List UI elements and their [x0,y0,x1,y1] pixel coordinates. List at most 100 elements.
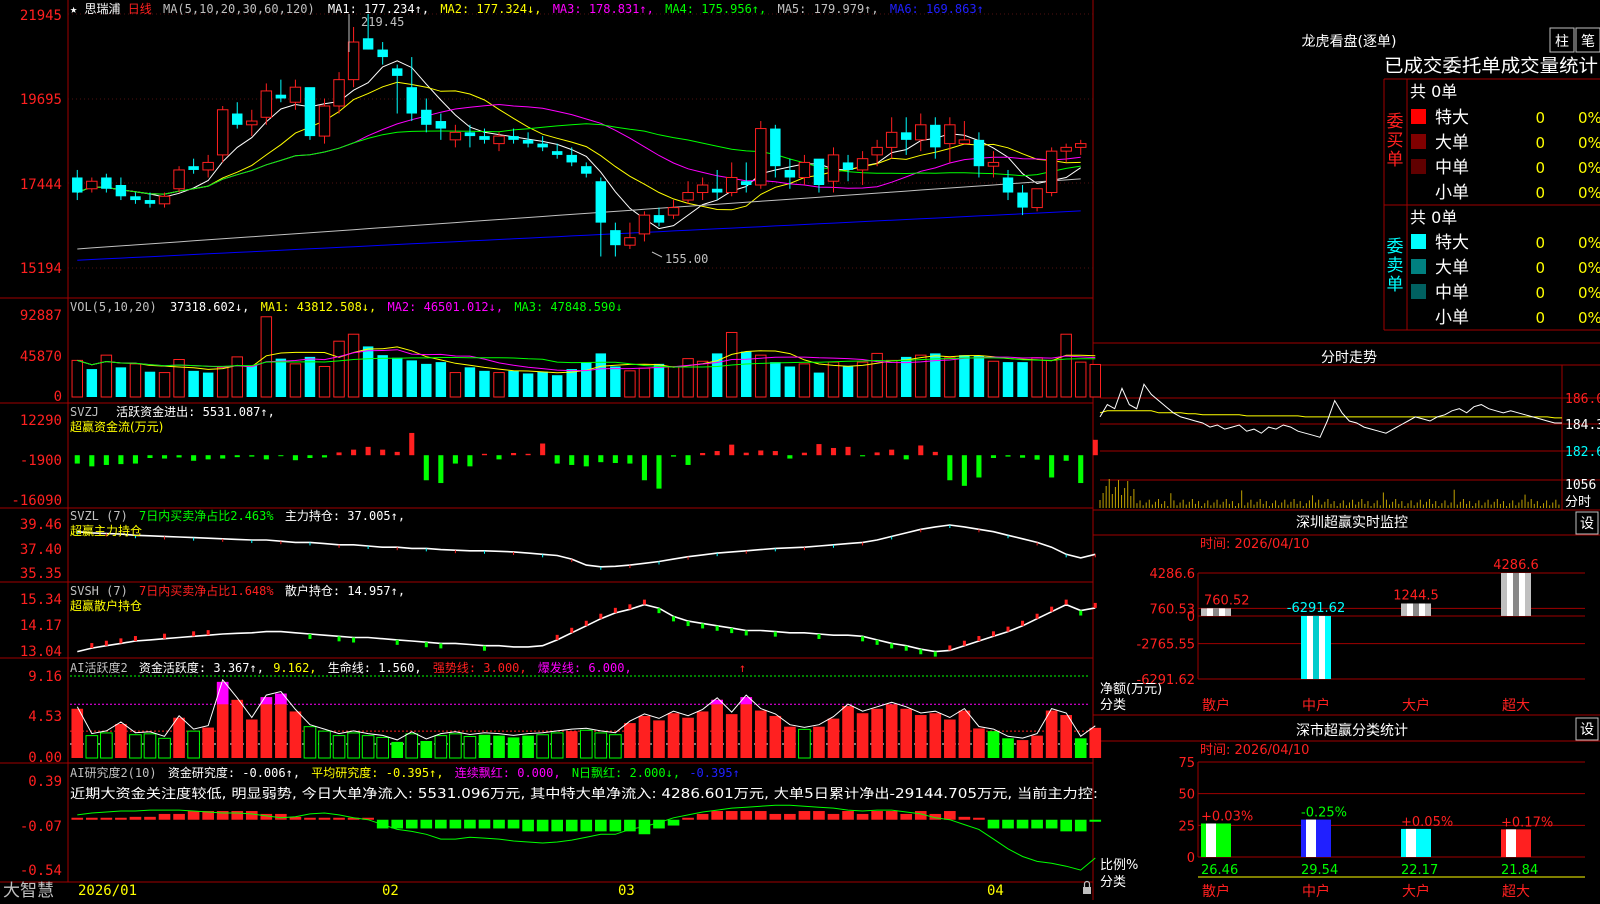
volume-bar [987,360,1000,398]
volume-bar [216,366,229,398]
monitor-settings-button[interactable]: 设 [1575,511,1599,535]
candle-body [435,121,447,129]
active-bar-burst [275,693,287,705]
retail-tick [642,599,646,605]
research-bar [696,813,709,820]
stock-terminal: 4286.6 760.53 0 -2765.55 -6291.62 760.52 散户 -62… [0,0,1600,901]
research-bar [798,811,811,820]
stock-name[interactable]: 思瑞浦 [84,2,120,16]
research-bar [536,819,549,832]
kline-chart[interactable] [72,14,1087,261]
volume-bar [653,363,665,397]
flow-bar [176,455,182,458]
active-bar [420,740,433,758]
svzj-chart[interactable] [74,432,1098,489]
research-bar [885,811,898,820]
vol-label: VOL(5,10,20) [70,300,157,314]
volume-chart[interactable] [71,316,1102,398]
retail-tick [730,628,734,634]
ma4-value: MA4: 175.956↑, [665,2,766,16]
monitor-chart[interactable]: 4286.6760.530-2765.55-6291.62760.52散户-62… [1137,558,1585,714]
candle-body [987,161,1000,167]
class-bar-highlight [1306,819,1316,857]
active-bar [740,697,753,758]
flow-bar [685,455,691,465]
class-tick-2: 25 [1178,819,1195,834]
volume-bar [871,352,883,398]
date-label-jan: 2026/01 [78,883,137,899]
flow-bar [380,449,386,456]
research-bar [784,813,796,820]
flow-bar [932,451,938,456]
retail-tick [904,645,908,651]
retail-tick [977,636,981,642]
flow-bar [336,452,342,456]
period-label[interactable]: 日线 [128,2,152,16]
volume-bar [202,372,214,397]
flow-bar [612,455,618,464]
svg-text:SVZJ 活跃资金进出: 5531.087↑,: SVZJ 活跃资金进出: 5531.087↑, [70,404,275,419]
active-bar [973,728,985,758]
class-tick-3: 0 [1187,851,1195,866]
candle-body [958,139,971,145]
retail-tick [1035,613,1039,619]
class-settings-button[interactable]: 设 [1575,717,1599,741]
active-bar [900,708,913,758]
svsh-chart[interactable] [77,599,1097,657]
monitor-category: 散户 [1202,697,1230,714]
candle-body [842,162,854,170]
volume-bar [318,365,331,398]
candle-body [304,87,316,137]
active-bar [115,723,127,758]
ai-research-tick-2: -0.07 [20,819,62,835]
ai-active-chart[interactable] [70,675,1102,759]
ai-research-v3: 连续飘红: 0.000, [455,765,561,780]
bar-mode-button[interactable]: 柱 [1549,27,1575,53]
ma2-value: MA2: 177.324↓, [440,2,541,16]
class-value-label: 29.54 [1301,863,1338,878]
retail-tick [933,651,937,657]
lock-icon[interactable] [1083,880,1091,895]
volume-bar [944,357,956,398]
active-bar [143,733,157,759]
flow-bar [758,450,764,456]
retail-tick [206,630,210,636]
volume-bar [71,359,84,398]
minute-chart[interactable] [1099,365,1600,510]
research-bar [318,817,331,820]
buy-row-count: 0 [1535,159,1545,177]
flow-bar [889,449,895,456]
retail-tick [817,633,821,639]
svzl-chart[interactable] [76,524,1096,570]
class-chart[interactable]: 75 50 25 0 +0.03% 26.46 散户 -0.25% 29.54 中户 +0.05% 2… [1178,756,1585,900]
svsh-ratio: 7日内买卖净占比1.648% [139,583,274,598]
active-bar [856,713,869,758]
ai-active-tick-3: 0.00 [28,750,62,766]
candle-body [449,131,462,141]
research-bar [507,819,520,829]
research-bar [725,811,738,820]
ai-research-v4: N日飘红: 2.000↓, [572,765,680,780]
research-bar [493,819,505,829]
volume-bar [1074,361,1087,398]
research-bar [391,819,404,829]
tick-mode-button[interactable]: 笔 [1575,27,1600,53]
monitor-value-label: -6291.62 [1287,601,1345,616]
ai-research-v2: 平均研究度: -0.395↑, [311,765,443,780]
minute-tick-3: 182.6 [1565,445,1600,460]
ai-research-tick-1: 0.39 [28,774,62,790]
price-tick-1: 21945 [20,8,62,24]
retail-tick [1093,602,1097,608]
ai-research-v5: -0.395↑ [689,766,740,780]
ai-active-name: AI活跃度2 [70,660,128,675]
retail-tick [570,627,574,633]
flow-bar [714,451,720,456]
volume-bar [333,340,345,398]
ai-research-comment: 近期大资金关注度较低, 明显弱势, 今日大单净流入: 5531.096万元, 其… [70,786,1098,802]
ai-research-chart[interactable] [71,804,1102,871]
active-bar [1045,710,1058,758]
candle-body [653,215,665,223]
retail-tick [701,623,705,629]
low-arrow [651,251,663,258]
monitor-tick-3: -2765.55 [1137,638,1195,653]
